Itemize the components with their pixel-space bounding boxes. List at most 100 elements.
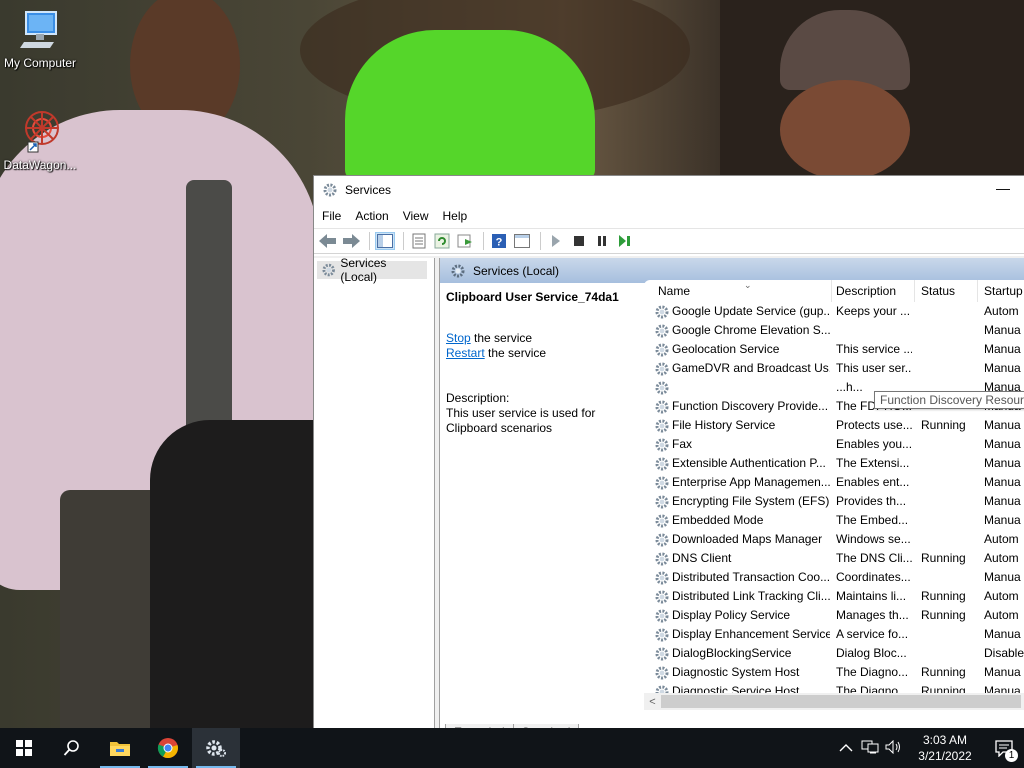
taskbar-file-explorer[interactable] xyxy=(96,728,144,768)
clock-date: 3/21/2022 xyxy=(918,749,972,763)
service-gear-icon xyxy=(655,343,669,356)
service-row[interactable]: Downloaded Maps Manager Windows se... Auto… xyxy=(644,530,1024,549)
refresh-icon[interactable] xyxy=(432,232,452,250)
service-startup-cell: Manua xyxy=(984,456,1021,470)
column-header-startup[interactable]: Startup xyxy=(978,280,1024,302)
service-row[interactable]: Google Chrome Elevation S... Manua xyxy=(644,321,1024,340)
scrollbar-thumb[interactable] xyxy=(661,695,1021,708)
service-row[interactable]: DNS Client The DNS Cli... Running Autom xyxy=(644,549,1024,568)
service-row[interactable]: File History Service Protects use... Runni… xyxy=(644,416,1024,435)
service-detail-panel: Clipboard User Service_74da1 Stop the se… xyxy=(446,290,646,436)
service-row[interactable]: Encrypting File System (EFS) Provides th.… xyxy=(644,492,1024,511)
menu-file[interactable]: File xyxy=(322,209,341,223)
service-description-cell: Provides th... xyxy=(836,494,907,508)
forward-icon[interactable] xyxy=(341,232,361,250)
svg-text:?: ? xyxy=(496,237,503,249)
service-description-cell: Dialog Bloc... xyxy=(836,646,907,660)
pause-service-icon[interactable] xyxy=(592,232,612,250)
export-list-icon[interactable] xyxy=(455,232,475,250)
service-startup-cell: Manua xyxy=(984,627,1021,641)
network-icon[interactable] xyxy=(858,740,882,757)
service-name: Function Discovery Provide... xyxy=(672,399,829,413)
service-gear-icon xyxy=(655,438,669,451)
restart-service-icon[interactable] xyxy=(615,232,635,250)
column-header-status[interactable]: Status xyxy=(915,280,978,302)
horizontal-scrollbar[interactable]: < xyxy=(644,693,1024,710)
show-hide-console-tree-icon[interactable] xyxy=(375,232,395,250)
service-gear-icon xyxy=(655,400,669,413)
taskbar-chrome[interactable] xyxy=(144,728,192,768)
service-status-cell xyxy=(921,511,976,530)
service-row[interactable]: Display Policy Service Manages th... Runni… xyxy=(644,606,1024,625)
start-button[interactable] xyxy=(0,728,48,768)
service-startup-cell: Manua xyxy=(984,494,1021,508)
service-gear-icon xyxy=(655,495,669,508)
service-gear-icon xyxy=(655,552,669,565)
service-name: Distributed Transaction Coo... xyxy=(672,570,830,584)
action-center-button[interactable]: 1 xyxy=(984,728,1024,768)
service-name: Encrypting File System (EFS) xyxy=(672,494,830,508)
service-row[interactable]: Diagnostic System Host The Diagno... Runni… xyxy=(644,663,1024,682)
service-gear-icon xyxy=(655,514,669,527)
service-row[interactable]: Embedded Mode The Embed... Manua xyxy=(644,511,1024,530)
column-header-description[interactable]: Description xyxy=(830,280,915,302)
restart-service-link[interactable]: Restart xyxy=(446,346,485,360)
service-startup-cell: Autom xyxy=(984,589,1019,603)
stop-service-link[interactable]: Stop xyxy=(446,331,471,345)
service-description-cell: The Embed... xyxy=(836,513,909,527)
menu-view[interactable]: View xyxy=(403,209,429,223)
service-startup-cell: Manua xyxy=(984,437,1021,451)
show-hidden-icons-chevron-icon[interactable] xyxy=(834,741,858,756)
service-row[interactable]: Distributed Transaction Coo... Coordinate… xyxy=(644,568,1024,587)
properties-icon[interactable] xyxy=(409,232,429,250)
stop-service-icon[interactable] xyxy=(569,232,589,250)
scroll-left-icon[interactable]: < xyxy=(644,696,661,708)
service-name: Embedded Mode xyxy=(672,513,764,527)
service-status-cell: Running xyxy=(921,665,966,679)
service-startup-cell: Autom xyxy=(984,608,1019,622)
start-service-icon[interactable] xyxy=(546,232,566,250)
service-name: Geolocation Service xyxy=(672,342,780,356)
show-hide-action-pane-icon[interactable] xyxy=(512,232,532,250)
service-name: Extensible Authentication P... xyxy=(672,456,826,470)
service-row[interactable]: DialogBlockingService Dialog Bloc... Disab… xyxy=(644,644,1024,663)
service-status-cell xyxy=(921,473,976,492)
service-row[interactable]: Google Update Service (gup... Keeps your … xyxy=(644,302,1024,321)
service-row[interactable]: Display Enhancement Service A service fo.… xyxy=(644,625,1024,644)
help-icon[interactable]: ? xyxy=(489,232,509,250)
service-description-cell: This service ... xyxy=(836,342,912,356)
service-description-cell: This user ser... xyxy=(836,361,912,375)
service-row[interactable]: Geolocation Service This service ... Manua xyxy=(644,340,1024,359)
notification-count-badge: 1 xyxy=(1005,749,1018,762)
search-button[interactable] xyxy=(48,728,96,768)
title-bar[interactable]: Services — xyxy=(314,176,1024,204)
minimize-button[interactable]: — xyxy=(996,180,1010,196)
back-icon[interactable] xyxy=(318,232,338,250)
desktop-icon-datawagon[interactable]: DataWagon... xyxy=(0,108,80,172)
service-description-cell: Windows se... xyxy=(836,532,911,546)
service-row[interactable]: Distributed Link Tracking Cli... Maintain… xyxy=(644,587,1024,606)
tree-item-services-local[interactable]: Services (Local) xyxy=(317,256,427,284)
service-row[interactable]: Fax Enables you... Manua xyxy=(644,435,1024,454)
services-pane: Services (Local) Clipboard User Service_… xyxy=(439,258,1024,728)
menu-help[interactable]: Help xyxy=(443,209,468,223)
service-startup-cell: Manua xyxy=(984,361,1021,375)
service-name-cell: Display Enhancement Service xyxy=(654,625,830,644)
service-status-cell xyxy=(921,435,976,454)
service-row[interactable]: Extensible Authentication P... The Extens… xyxy=(644,454,1024,473)
service-row[interactable]: Enterprise App Managemen... Enables ent..… xyxy=(644,473,1024,492)
service-row[interactable]: GameDVR and Broadcast Us... This user ser… xyxy=(644,359,1024,378)
desktop-icon-my-computer[interactable]: My Computer xyxy=(0,10,80,70)
service-name-cell: Google Update Service (gup... xyxy=(654,302,830,321)
service-name-cell: DialogBlockingService xyxy=(654,644,830,663)
service-name-cell: Downloaded Maps Manager xyxy=(654,530,830,549)
clock-time: 3:03 AM xyxy=(922,733,968,747)
clock[interactable]: 3:03 AM 3/21/2022 xyxy=(906,732,984,764)
service-name: DNS Client xyxy=(672,551,732,565)
volume-icon[interactable] xyxy=(882,739,906,757)
taskbar-services[interactable] xyxy=(192,728,240,768)
menu-action[interactable]: Action xyxy=(355,209,388,223)
service-status-cell xyxy=(921,625,976,644)
column-header-name[interactable]: Name ⌄ xyxy=(652,280,832,302)
description-label: Description: xyxy=(446,391,510,405)
